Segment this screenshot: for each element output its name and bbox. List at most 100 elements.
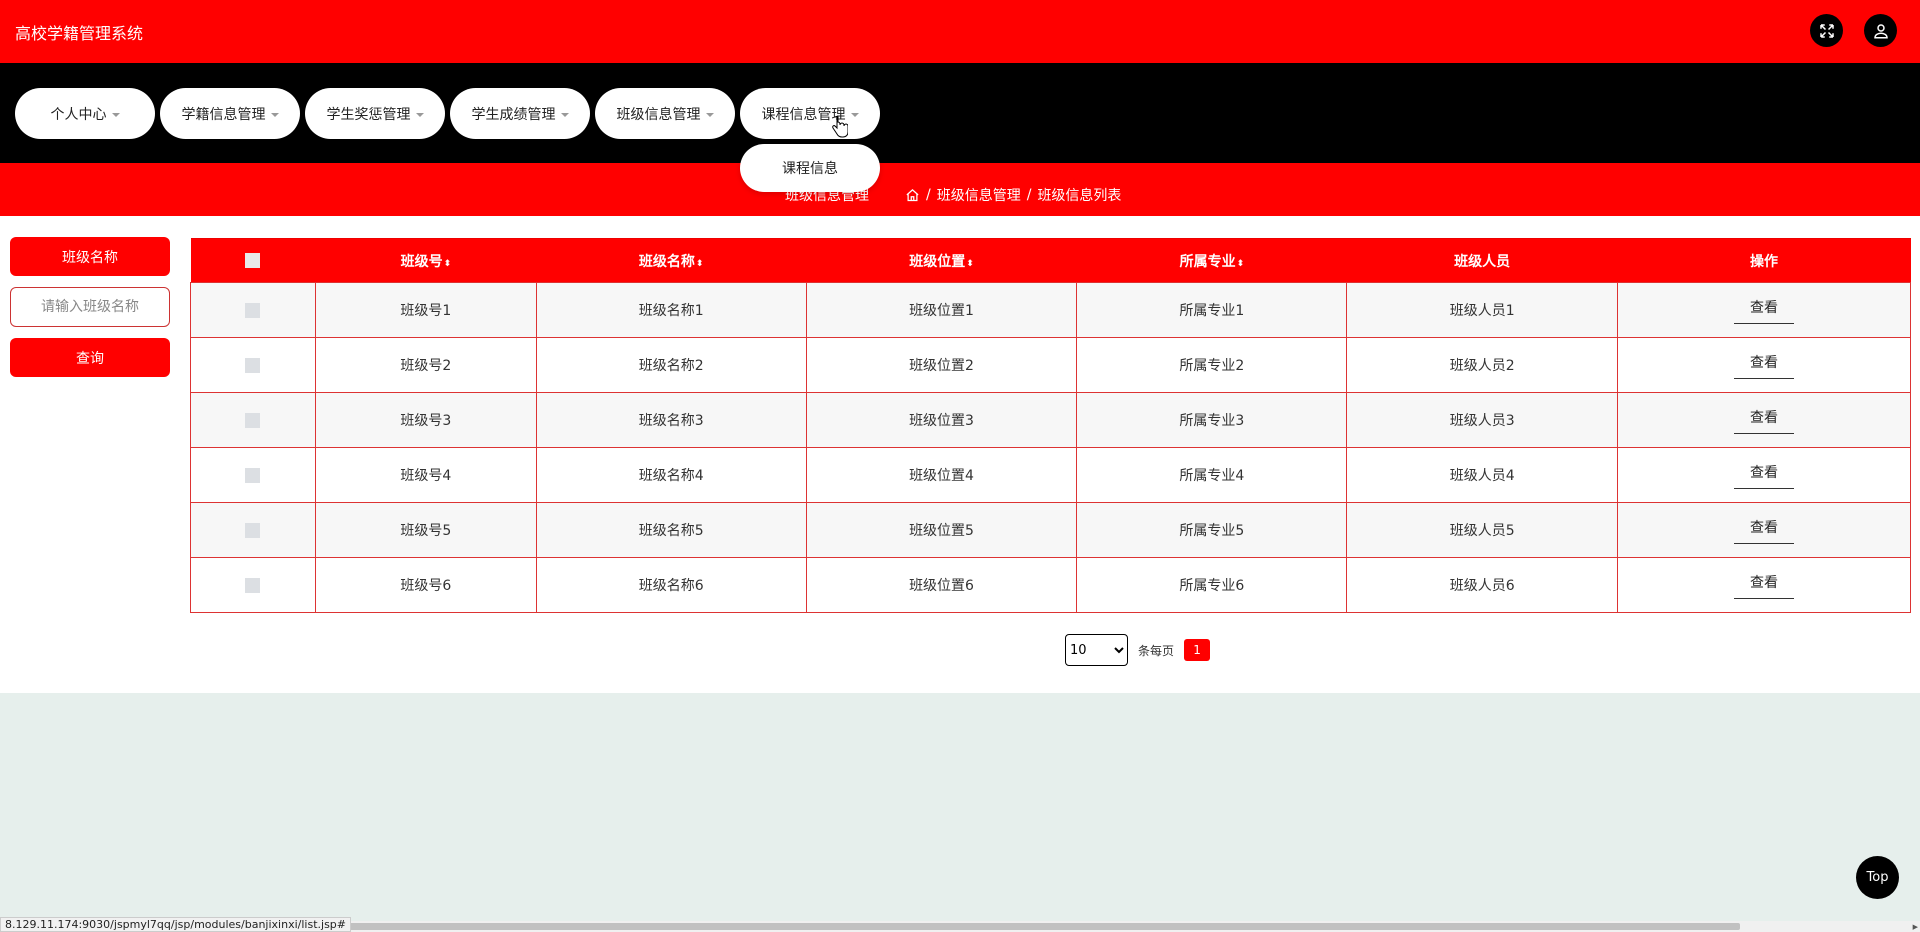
row-select (190, 502, 316, 558)
search-button[interactable]: 查询 (10, 338, 170, 377)
breadcrumb: / 班级信息管理 / 班级信息列表 (905, 185, 1121, 205)
header-label: 所属专业 (1179, 253, 1236, 270)
breadcrumb-item: 班级信息列表 (1037, 188, 1122, 204)
view-button[interactable]: 查看 (1734, 517, 1795, 544)
view-button[interactable]: 查看 (1734, 352, 1795, 379)
cell-class-name: 班级名称3 (535, 392, 807, 448)
status-bar-url: 8.129.11.174:9030/jspmyl7qq/jsp/modules/… (0, 917, 351, 932)
cell-actions: 查看 (1617, 282, 1911, 338)
breadcrumb-separator: / (1026, 187, 1032, 203)
row-checkbox[interactable] (245, 302, 261, 318)
cell-class-no: 班级号1 (314, 282, 537, 338)
sort-icon: ⬍ (695, 258, 704, 269)
cell-class-no: 班级号6 (314, 557, 537, 613)
view-button[interactable]: 查看 (1734, 297, 1795, 324)
cell-major: 所属专业6 (1076, 557, 1348, 613)
cell-members: 班级人员6 (1346, 557, 1619, 613)
nav-item-classes[interactable]: 班级信息管理 (595, 88, 735, 139)
header-class-no[interactable]: 班级号⬍ (315, 238, 537, 283)
row-checkbox[interactable] (245, 467, 261, 483)
view-button[interactable]: 查看 (1734, 407, 1795, 434)
table-row: 班级号4 班级名称4 班级位置4 所属专业4 班级人员4 查看 (190, 447, 1911, 503)
nav-item-student-records[interactable]: 学籍信息管理 (160, 88, 300, 139)
cell-members: 班级人员5 (1346, 502, 1619, 558)
table-row: 班级号3 班级名称3 班级位置3 所属专业3 班级人员3 查看 (190, 392, 1911, 448)
user-icon[interactable] (1864, 14, 1897, 47)
header-label: 班级位置 (909, 253, 966, 270)
chevron-down-icon (415, 112, 424, 117)
cell-major: 所属专业2 (1076, 337, 1348, 393)
cell-location: 班级位置5 (805, 502, 1078, 558)
cell-actions: 查看 (1617, 337, 1911, 393)
table-row: 班级号1 班级名称1 班级位置1 所属专业1 班级人员1 查看 (190, 282, 1911, 338)
cell-class-name: 班级名称5 (535, 502, 807, 558)
top-bar: 高校学籍管理系统 (0, 0, 1920, 63)
row-checkbox[interactable] (245, 412, 261, 428)
cell-members: 班级人员4 (1346, 447, 1619, 503)
nav-item-label: 学生奖惩管理 (326, 106, 411, 123)
view-button[interactable]: 查看 (1734, 462, 1795, 489)
fullscreen-icon[interactable] (1810, 14, 1843, 47)
cell-class-name: 班级名称1 (535, 282, 807, 338)
nav-item-label: 个人中心 (50, 106, 107, 123)
select-all-checkbox[interactable] (245, 253, 261, 268)
row-checkbox[interactable] (245, 577, 261, 593)
header-actions: 操作 (1617, 238, 1911, 283)
cell-major: 所属专业3 (1076, 392, 1348, 448)
page-number-current[interactable]: 1 (1184, 639, 1211, 661)
table-row: 班级号2 班级名称2 班级位置2 所属专业2 班级人员2 查看 (190, 337, 1911, 393)
row-select (190, 392, 316, 448)
cell-members: 班级人员1 (1346, 282, 1619, 338)
header-select (190, 238, 316, 283)
cell-members: 班级人员2 (1346, 337, 1619, 393)
search-input[interactable] (10, 287, 170, 327)
header-label: 班级号 (400, 253, 443, 270)
home-icon[interactable] (905, 188, 920, 203)
cell-location: 班级位置4 (805, 447, 1078, 503)
header-class-name[interactable]: 班级名称⬍ (536, 238, 807, 283)
cell-class-no: 班级号2 (314, 337, 537, 393)
row-select (190, 557, 316, 613)
scroll-right-arrow-icon[interactable]: ▶ (1913, 923, 1918, 931)
pagination: 10 条每页 1 (1065, 634, 1211, 666)
nav-item-grades[interactable]: 学生成绩管理 (450, 88, 590, 139)
cell-actions: 查看 (1617, 502, 1911, 558)
nav-item-label: 学生成绩管理 (471, 106, 556, 123)
cell-class-name: 班级名称2 (535, 337, 807, 393)
search-field-label: 班级名称 (10, 237, 170, 276)
chevron-down-icon (850, 112, 859, 117)
main-nav: 个人中心 学籍信息管理 学生奖惩管理 学生成绩管理 班级信息管理 课程信息管理 (0, 63, 1920, 163)
header-major[interactable]: 所属专业⬍ (1076, 238, 1347, 283)
cell-major: 所属专业1 (1076, 282, 1348, 338)
row-checkbox[interactable] (245, 357, 261, 373)
cell-location: 班级位置3 (805, 392, 1078, 448)
per-page-label: 条每页 (1138, 643, 1175, 658)
nav-item-rewards[interactable]: 学生奖惩管理 (305, 88, 445, 139)
sort-icon: ⬍ (966, 258, 974, 269)
nav-item-courses[interactable]: 课程信息管理 (740, 88, 880, 139)
cell-class-name: 班级名称4 (535, 447, 807, 503)
nav-item-personal-center[interactable]: 个人中心 (15, 88, 155, 139)
breadcrumb-item[interactable]: 班级信息管理 (937, 185, 1021, 205)
view-button[interactable]: 查看 (1734, 572, 1795, 599)
class-table: 班级号⬍ 班级名称⬍ 班级位置⬍ 所属专业⬍ 班级人员 操作 班级号1 班级名称… (190, 238, 1911, 613)
cell-actions: 查看 (1617, 392, 1911, 448)
chevron-down-icon (705, 112, 714, 117)
cell-major: 所属专业5 (1076, 502, 1348, 558)
header-class-location[interactable]: 班级位置⬍ (806, 238, 1077, 283)
sort-icon: ⬍ (443, 258, 452, 269)
dropdown-item-course-info[interactable]: 课程信息 (740, 144, 880, 192)
sort-icon: ⬍ (1236, 258, 1245, 269)
page-size-select[interactable]: 10 (1065, 634, 1128, 666)
back-to-top-button[interactable]: Top (1856, 856, 1899, 899)
cell-members: 班级人员3 (1346, 392, 1619, 448)
row-checkbox[interactable] (245, 522, 261, 538)
cell-actions: 查看 (1617, 557, 1911, 613)
app-title: 高校学籍管理系统 (15, 24, 144, 43)
header-label: 班级名称 (638, 253, 695, 270)
cell-class-name: 班级名称6 (535, 557, 807, 613)
cell-location: 班级位置2 (805, 337, 1078, 393)
breadcrumb-separator: / (926, 187, 931, 203)
cell-class-no: 班级号3 (314, 392, 537, 448)
cell-class-no: 班级号5 (314, 502, 537, 558)
